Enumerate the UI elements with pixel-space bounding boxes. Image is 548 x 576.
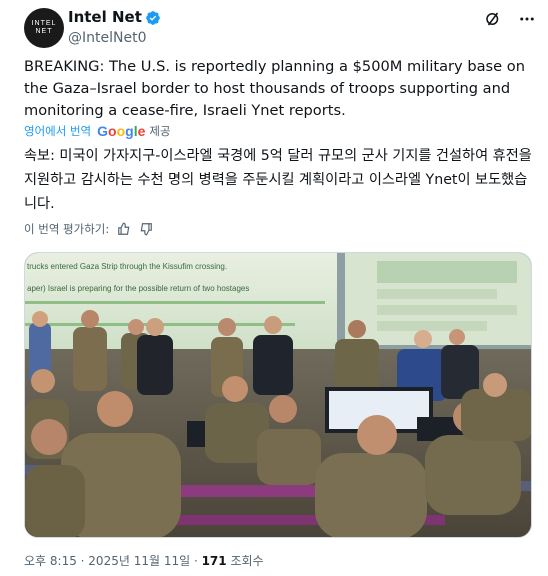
- thumbs-down-icon[interactable]: [139, 222, 153, 236]
- tweet-header: INTEL NET Intel Net @IntelNet0: [24, 8, 536, 48]
- translation-provided-label: 제공: [149, 124, 171, 138]
- avatar-text-line1: INTEL: [31, 20, 57, 27]
- view-count-label: 조회수: [230, 554, 264, 568]
- screen-caption-line1: trucks entered Gaza Strip through the Ki…: [27, 262, 227, 271]
- tweet-date[interactable]: 2025년 11월 11일: [88, 554, 190, 568]
- rate-translation-label: 이 번역 평가하기:: [24, 222, 110, 236]
- grok-icon[interactable]: [484, 10, 502, 28]
- screen-caption-line2: aper) Israel is preparing for the possib…: [27, 284, 249, 293]
- translation-attribution[interactable]: 영어에서 번역 Google 제공: [24, 123, 171, 139]
- google-logo: Google: [97, 123, 146, 139]
- view-count: 171: [201, 554, 227, 568]
- translated-from-label[interactable]: 영어에서 번역: [24, 123, 91, 139]
- display-name[interactable]: Intel Net: [68, 8, 142, 27]
- tweet-image[interactable]: trucks entered Gaza Strip through the Ki…: [24, 252, 532, 538]
- author-name-row[interactable]: Intel Net: [68, 8, 161, 27]
- header-actions: [484, 10, 536, 28]
- thumbs-up-icon[interactable]: [117, 222, 131, 236]
- tweet-time[interactable]: 오후 8:15: [24, 554, 77, 568]
- avatar[interactable]: INTEL NET: [24, 8, 64, 48]
- avatar-text-line2: NET: [35, 28, 53, 35]
- tweet-text: BREAKING: The U.S. is reportedly plannin…: [24, 58, 525, 119]
- translated-text: 속보: 미국이 가자지구-이스라엘 국경에 5억 달러 규모의 군사 기지를 건…: [24, 148, 532, 212]
- handle[interactable]: @IntelNet0: [68, 29, 161, 48]
- rate-translation: 이 번역 평가하기:: [24, 221, 153, 237]
- verified-badge-icon: [146, 10, 160, 25]
- more-icon[interactable]: [518, 10, 536, 28]
- tweet-meta: 오후 8:15 · 2025년 11월 11일 · 171 조회수: [24, 554, 264, 568]
- tweet-photo: trucks entered Gaza Strip through the Ki…: [25, 253, 531, 537]
- author-info: Intel Net @IntelNet0: [68, 8, 161, 48]
